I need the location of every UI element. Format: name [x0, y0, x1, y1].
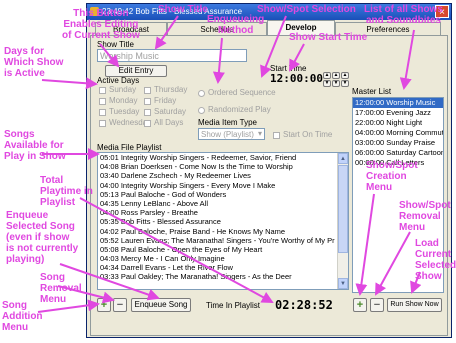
start-time-value: 12:00:00 [270, 72, 323, 85]
day-monday-label: Monday [109, 96, 138, 105]
playlist-item[interactable]: 05:13 Paul Baloche - God of Wonders [98, 190, 338, 199]
annotation-spot-removal: Show/Spot Removal Menu [399, 200, 451, 233]
time-down-icon[interactable]: ▼ [341, 80, 349, 87]
annotation-spot-creation: Show/Spot Creation Menu [366, 160, 418, 193]
playlist-item[interactable]: 03:40 Darlene Zschech - My Redeemer Live… [98, 171, 338, 180]
add-show-button[interactable]: + [353, 298, 367, 312]
remove-song-button[interactable]: − [113, 298, 127, 312]
annotation-songs-available: Songs Available for Play in Show [4, 129, 66, 162]
master-list-item[interactable]: 12:00:00 Worship Music [353, 98, 443, 108]
ordered-sequence-label: Ordered Sequence [208, 88, 276, 97]
radio-ordered-sequence[interactable] [198, 90, 205, 97]
master-list-item[interactable]: 22:00:00 Night Light [353, 118, 443, 128]
checkbox-start-on-time[interactable] [273, 132, 280, 139]
annotation-enqueue-selected: Enqueue Selected Song (even if show is n… [6, 210, 79, 265]
master-list-item[interactable]: 06:00:00 Saturday Cartoons [353, 148, 443, 158]
master-list-item[interactable]: 17:00:00 Evening Jazz [353, 108, 443, 118]
playlist-label: Media File Playlist [97, 143, 162, 152]
randomized-play-label: Randomized Play [208, 105, 271, 114]
enqueue-song-button[interactable]: Enqueue Song [131, 298, 191, 312]
scroll-down-icon[interactable]: ▼ [338, 278, 348, 289]
scroll-up-icon[interactable]: ▲ [338, 153, 348, 164]
media-item-type-select[interactable]: Show (Playlist) ▾ [198, 128, 265, 140]
playlist-item[interactable]: 04:34 Darrell Evans - Let the River Flow [98, 263, 338, 272]
annotation-total-playtime: Total Playtime in Playlist [40, 175, 93, 208]
playlist-item[interactable]: 05:08 Paul Baloche - Open the Eyes of My… [98, 245, 338, 254]
start-on-time-label: Start On Time [283, 130, 333, 139]
playlist-item[interactable]: 05:52 Lauren Evans; The Maranatha! Singe… [98, 236, 338, 245]
playlist-scrollbar[interactable]: ▲ ▼ [337, 153, 348, 289]
master-list-item[interactable]: 03:00:00 Sunday Praise [353, 138, 443, 148]
time-up-icon[interactable]: ▲ [323, 72, 331, 79]
annotation-song-addition: Song Addition Menu [2, 300, 43, 333]
annotation-enqueueing-method: Enqueueing Method [207, 14, 265, 36]
scroll-thumb[interactable] [338, 165, 348, 253]
radio-randomized-play[interactable] [198, 107, 205, 114]
annotation-list-of-all: List of all Shows and Soundbites [364, 4, 443, 26]
add-song-button[interactable]: + [97, 298, 111, 312]
annotation-show-title: Show Title [158, 4, 208, 15]
media-item-type-label: Media Item Type [198, 118, 257, 127]
time-down-icon[interactable]: ▼ [323, 80, 331, 87]
playlist-item[interactable]: 05:01 Integrity Worship Singers - Redeem… [98, 153, 338, 162]
playlist-item[interactable]: 04:08 Brian Doerksen - Come Now Is the T… [98, 162, 338, 171]
media-file-playlist[interactable]: 05:01 Integrity Worship Singers - Redeem… [97, 152, 349, 290]
time-up-icon[interactable]: ▲ [332, 72, 340, 79]
active-days-label: Active Days [97, 76, 140, 85]
checkbox-thursday[interactable] [144, 87, 151, 94]
day-friday-label: Friday [154, 96, 177, 105]
playlist-item[interactable]: 03:33 Paul Oakley; The Maranatha! Singer… [98, 272, 338, 281]
master-list-item[interactable]: 04:00:00 Morning Commute [353, 128, 443, 138]
annotation-load-current: Load Current Selected Show [415, 238, 456, 282]
show-title-value: Worship Music [100, 51, 159, 61]
checkbox-friday[interactable] [144, 98, 151, 105]
day-sunday-label: Sunday [109, 85, 137, 94]
playlist-item[interactable]: 04:03 Mercy Me - I Can Only Imagine [98, 254, 338, 263]
annotation-this-button: This Button Enables Editing of Current S… [62, 8, 140, 41]
checkbox-all-days[interactable] [144, 120, 151, 127]
chevron-down-icon: ▾ [257, 129, 262, 138]
master-list-label: Master List [352, 87, 392, 96]
annotation-show-spot-selection: Show/Spot Selection [257, 4, 356, 15]
run-show-now-button[interactable]: Run Show Now [387, 298, 442, 312]
checkbox-saturday[interactable] [144, 109, 151, 116]
show-title-label: Show Title [97, 40, 134, 49]
remove-show-button[interactable]: − [370, 298, 384, 312]
annotation-song-removal: Song Removal Menu [40, 272, 82, 305]
playlist-item[interactable]: 04:02 Paul Baloche, Praise Band - He Kno… [98, 227, 338, 236]
time-in-playlist-label: Time In Playlist [206, 301, 260, 310]
checkbox-sunday[interactable] [99, 87, 106, 94]
time-down-icon[interactable]: ▼ [332, 80, 340, 87]
annotation-show-start-time: Show Start Time [289, 32, 368, 43]
day-saturday-label: Saturday [154, 107, 187, 116]
time-in-playlist-value: 02:28:52 [275, 298, 333, 312]
playlist-item[interactable]: 05:35 Bob Fitts - Blessed Assurance [98, 217, 338, 226]
media-item-type-value: Show (Playlist) [201, 130, 254, 139]
annotation-days-active: Days for Which Show is Active [4, 46, 64, 79]
playlist-item[interactable]: 04:00 Integrity Worship Singers - Every … [98, 181, 338, 190]
time-up-icon[interactable]: ▲ [341, 72, 349, 79]
checkbox-wednesday[interactable] [99, 120, 106, 127]
day-thursday-label: Thursday [154, 85, 188, 94]
playlist-item[interactable]: 04:35 Lenny LeBlanc - Above All [98, 199, 338, 208]
checkbox-monday[interactable] [99, 98, 106, 105]
checkbox-tuesday[interactable] [99, 109, 106, 116]
playlist-item[interactable]: 04:00 Ross Parsley - Breathe [98, 208, 338, 217]
day-all-days-label: All Days [154, 118, 184, 127]
day-tuesday-label: Tuesday [109, 107, 140, 116]
show-title-field[interactable]: Worship Music [97, 49, 247, 62]
